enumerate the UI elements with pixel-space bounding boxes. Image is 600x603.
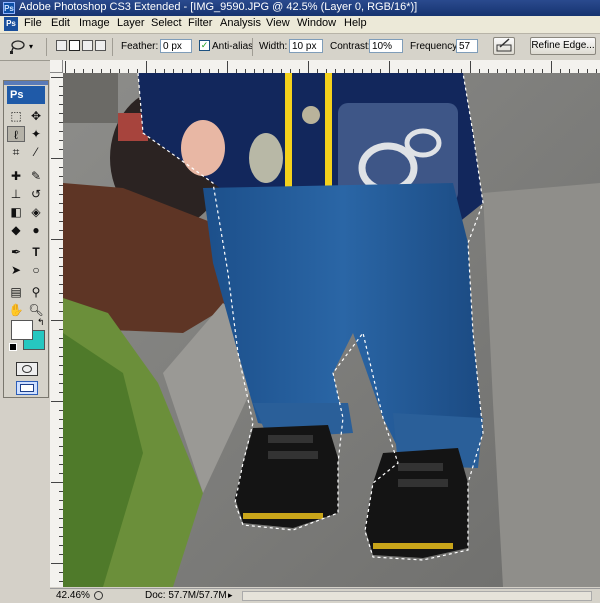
quick-mask-icon [22, 365, 32, 373]
paint-bucket-icon[interactable]: ◈ [27, 204, 45, 220]
ruler-tick [51, 320, 63, 321]
vertical-ruler[interactable] [50, 73, 64, 587]
zoom-level[interactable]: 42.46% [56, 590, 90, 601]
menu-file[interactable]: File [24, 17, 42, 29]
path-selection-icon[interactable]: ➤ [7, 262, 25, 278]
screen-mode-button[interactable] [16, 381, 38, 395]
menu-image[interactable]: Image [79, 17, 110, 29]
subtract-selection-icon[interactable] [82, 40, 93, 51]
tool-preset-dropdown-icon[interactable]: ▾ [29, 42, 33, 51]
antialias-label: Anti-alias [212, 41, 254, 52]
ps-menu-logo[interactable]: Ps [4, 17, 18, 31]
hand-tool-icon[interactable]: ✋ [7, 302, 25, 318]
new-selection-icon[interactable] [56, 40, 67, 51]
clone-stamp-icon[interactable]: ⊥ [7, 186, 25, 202]
type-tool-icon[interactable]: T [27, 244, 45, 260]
foreground-color-swatch[interactable] [11, 320, 33, 340]
document-canvas[interactable] [63, 73, 600, 587]
tablet-pen-icon [496, 38, 512, 52]
screen-mode-icon [20, 384, 34, 392]
menu-help[interactable]: Help [344, 17, 367, 29]
tools-panel-grip[interactable] [4, 81, 48, 85]
pen-tool-icon[interactable]: ✒ [7, 244, 25, 260]
tools-panel: Ps ⬚ ✥ ℓ ✦ ⌗ ⁄ ✚ ✎ ⊥ ↺ ◧ ◈ ◆ ● ✒ T ➤ ○ ▤… [3, 80, 49, 398]
menu-filter[interactable]: Filter [188, 17, 212, 29]
contrast-label: Contrast: [330, 41, 371, 52]
feather-input[interactable]: 0 px [160, 39, 192, 53]
menu-select[interactable]: Select [151, 17, 182, 29]
title-bar: Ps Adobe Photoshop CS3 Extended - [IMG_9… [0, 0, 600, 16]
ruler-tick [51, 563, 63, 564]
ruler-tick [308, 61, 309, 73]
lasso-tool-icon[interactable]: ℓ [7, 126, 25, 142]
marquee-tool-icon[interactable]: ⬚ [7, 108, 25, 124]
menu-layer[interactable]: Layer [117, 17, 145, 29]
ruler-tick [551, 61, 552, 73]
eraser-tool-icon[interactable]: ◧ [7, 204, 25, 220]
ruler-tick [389, 61, 390, 73]
width-input[interactable]: 10 px [289, 39, 323, 53]
ruler-tick [51, 158, 63, 159]
zoom-tool-icon[interactable]: 🔍︎ [27, 302, 45, 318]
navigator-icon[interactable] [94, 591, 103, 600]
ruler-tick [65, 61, 66, 73]
contrast-input[interactable]: 10% [369, 39, 403, 53]
ruler-corner[interactable] [50, 60, 63, 73]
dodge-tool-icon[interactable]: ● [27, 222, 45, 238]
horizontal-ruler[interactable] [63, 60, 600, 74]
antialias-checkbox[interactable]: ✓ [199, 40, 210, 51]
ruler-tick [146, 61, 147, 73]
frequency-label: Frequency: [410, 41, 461, 52]
magnetic-lasso-icon[interactable] [8, 39, 26, 55]
history-brush-icon[interactable]: ↺ [27, 186, 45, 202]
menu-view[interactable]: View [266, 17, 290, 29]
intersect-selection-icon[interactable] [95, 40, 106, 51]
doc-size[interactable]: Doc: 57.7M/57.7M [145, 590, 227, 601]
add-selection-icon[interactable] [69, 40, 80, 51]
magic-wand-icon[interactable]: ✦ [27, 126, 45, 142]
eyedropper-icon[interactable]: ⁄ [27, 144, 45, 160]
frequency-input[interactable]: 57 [456, 39, 478, 53]
ruler-tick [227, 61, 228, 73]
toolbox-ps-logo[interactable]: Ps [7, 86, 45, 104]
ruler-tick [51, 77, 63, 78]
horizontal-scrollbar[interactable] [242, 591, 592, 601]
width-label: Width: [259, 41, 288, 52]
eyedropper-tool-icon[interactable]: ⚲ [27, 284, 45, 300]
crop-tool-icon[interactable]: ⌗ [7, 144, 25, 160]
blur-tool-icon[interactable]: ◆ [7, 222, 25, 238]
default-colors-icon[interactable] [9, 343, 17, 351]
ruler-tick [51, 482, 63, 483]
ruler-tick [51, 401, 63, 402]
pen-pressure-button[interactable] [493, 37, 515, 55]
menu-window[interactable]: Window [297, 17, 336, 29]
menu-analysis[interactable]: Analysis [220, 17, 261, 29]
feather-label: Feather: [121, 41, 159, 52]
refine-edge-button[interactable]: Refine Edge... [530, 37, 596, 55]
photoshop-app-icon[interactable]: Ps [3, 2, 15, 14]
options-bar: ▾ Feather: 0 px ✓ Anti-alias Width: 10 p… [0, 34, 600, 61]
menu-edit[interactable]: Edit [51, 17, 70, 29]
ruler-tick [470, 61, 471, 73]
swap-colors-icon[interactable]: ↰ [37, 317, 45, 328]
menu-bar: Ps File Edit Image Layer Select Filter A… [0, 16, 600, 34]
status-bar: 42.46% Doc: 57.7M/57.7M ▸ [50, 588, 600, 603]
quick-mask-button[interactable] [16, 362, 38, 376]
photo-image [63, 73, 600, 587]
shape-tool-icon[interactable]: ○ [27, 262, 45, 278]
ruler-tick [51, 239, 63, 240]
brush-tool-icon[interactable]: ✎ [27, 168, 45, 184]
window-title: Adobe Photoshop CS3 Extended - [IMG_9590… [19, 1, 418, 13]
status-menu-arrow-icon[interactable]: ▸ [228, 590, 233, 601]
notes-tool-icon[interactable]: ▤ [7, 284, 25, 300]
healing-brush-icon[interactable]: ✚ [7, 168, 25, 184]
move-tool-icon[interactable]: ✥ [27, 108, 45, 124]
